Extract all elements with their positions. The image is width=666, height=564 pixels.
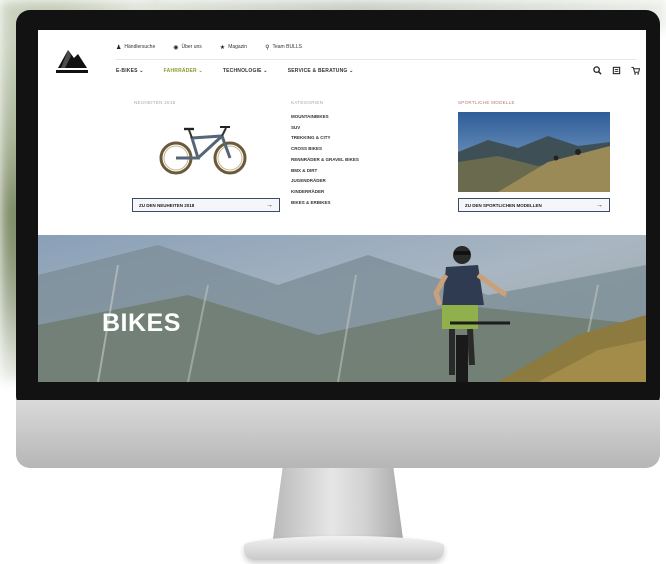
utility-about-link[interactable]: ◉ Über uns <box>173 41 202 53</box>
category-mountainbikes[interactable]: MOUNTAINBIKES <box>291 112 359 123</box>
sportliche-cta-button[interactable]: ZU DEN SPORTLICHEN MODELLEN → <box>458 198 610 212</box>
screen: ♟ Händlersuche ◉ Über uns ★ Magazin ⚲ Te… <box>38 30 646 382</box>
category-suv[interactable]: SUV <box>291 123 359 134</box>
cart-icon[interactable] <box>631 66 640 75</box>
monitor-stand <box>272 468 404 546</box>
nav-service[interactable]: SERVICE & BERATUNG ⌄ <box>288 68 354 74</box>
category-kinderraeder[interactable]: KINDERRÄDER <box>291 187 359 198</box>
bike-image <box>159 126 247 175</box>
hero-title: BIKES <box>102 309 181 337</box>
nav-technologie[interactable]: TECHNOLOGIE ⌄ <box>223 68 268 74</box>
mountain-photo <box>458 112 610 192</box>
col-head-sportliche: SPORTLICHE MODELLE <box>458 100 515 105</box>
utility-magazine-link[interactable]: ★ Magazin <box>220 41 247 53</box>
category-bmx-dirt[interactable]: BMX & DIRT <box>291 166 359 177</box>
category-trekking-city[interactable]: TREKKING & CITY <box>291 133 359 144</box>
hero-banner: BIKES <box>38 235 646 382</box>
header-divider <box>116 59 636 60</box>
pin-icon: ◉ <box>173 44 179 51</box>
category-cross-bikes[interactable]: CROSS BIKES <box>291 144 359 155</box>
utility-dealer-link[interactable]: ♟ Händlersuche <box>116 41 155 53</box>
neuheiten-cta-button[interactable]: ZU DEN NEUHEITEN 2018 → <box>132 198 280 212</box>
compare-icon[interactable] <box>612 66 621 75</box>
main-nav: E-BIKES ⌄ FAHRRÄDER ⌄ TECHNOLOGIE ⌄ SERV… <box>116 68 354 74</box>
category-bikes-erbikes[interactable]: BIKES & ERBIKES <box>291 198 359 209</box>
arrow-right-icon: → <box>596 201 603 209</box>
trophy-icon: ⚲ <box>265 44 270 51</box>
nav-icons <box>593 66 640 75</box>
utility-bar: ♟ Händlersuche ◉ Über uns ★ Magazin ⚲ Te… <box>116 41 302 53</box>
col-head-neuheiten: NEUHEITEN 2018 <box>134 100 176 105</box>
person-icon: ♟ <box>116 44 122 51</box>
star-icon: ★ <box>219 44 226 51</box>
bulls-logo[interactable] <box>54 46 90 76</box>
nav-ebikes[interactable]: E-BIKES ⌄ <box>116 68 144 74</box>
category-jugendraeder[interactable]: JUGENDRÄDER <box>291 176 359 187</box>
category-list: MOUNTAINBIKES SUV TREKKING & CITY CROSS … <box>291 112 359 208</box>
monitor-foot <box>244 536 444 560</box>
category-rennraeder[interactable]: RENNRÄDER & GRAVEL BIKES <box>291 155 359 166</box>
monitor-chin <box>16 400 660 468</box>
search-icon[interactable] <box>593 66 602 75</box>
col-head-kategorien: KATEGORIEN <box>291 100 324 105</box>
utility-team-link[interactable]: ⚲ Team BULLS <box>265 41 302 53</box>
arrow-right-icon: → <box>266 201 273 209</box>
nav-fahrraeder[interactable]: FAHRRÄDER ⌄ <box>164 68 203 74</box>
